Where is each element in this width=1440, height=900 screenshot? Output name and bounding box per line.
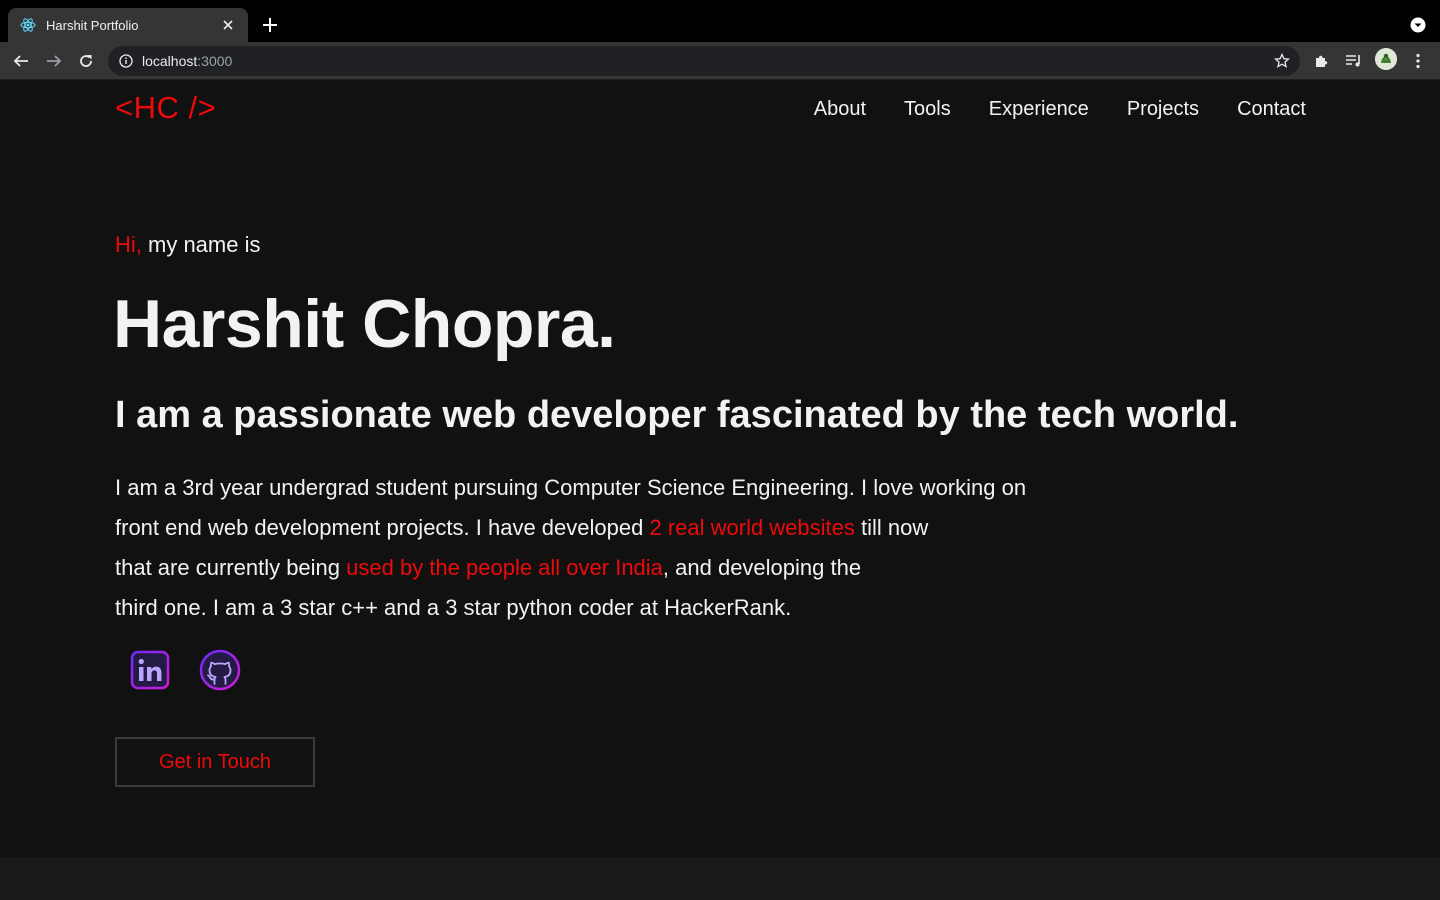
main-nav: About Tools Experience Projects Contact <box>814 98 1306 121</box>
bio-highlight: 2 real world websites <box>649 515 855 540</box>
greeting-rest: my name is <box>141 232 261 257</box>
nav-link-projects[interactable]: Projects <box>1127 98 1199 121</box>
bio-line: that are currently being used by the peo… <box>115 548 1115 588</box>
hero-name: Harshit Chopra. <box>113 286 616 362</box>
close-icon[interactable] <box>220 17 236 33</box>
forward-arrow-icon[interactable] <box>42 49 66 73</box>
bio-highlight: used by the people all over India <box>346 555 663 580</box>
next-section-edge <box>0 857 1440 900</box>
nav-link-experience[interactable]: Experience <box>989 98 1089 121</box>
url-host: localhost <box>142 53 198 69</box>
bio-text: , and developing the <box>662 555 862 580</box>
back-arrow-icon[interactable] <box>9 49 33 73</box>
github-icon[interactable] <box>198 648 242 692</box>
tab-search-icon[interactable] <box>1410 17 1426 33</box>
url-port: :3000 <box>197 53 233 69</box>
new-tab-button[interactable] <box>258 13 282 37</box>
browser-tab[interactable]: Harshit Portfolio <box>8 8 248 42</box>
hero-tagline: I am a passionate web developer fascinat… <box>115 394 1239 436</box>
browser-toolbar: localhost :3000 <box>0 42 1440 80</box>
bio-line: third one. I am a 3 star c++ and a 3 sta… <box>115 595 792 620</box>
browser-tab-strip: Harshit Portfolio <box>0 0 1440 42</box>
greeting: Hi, my name is <box>115 232 260 258</box>
greeting-hi: Hi, <box>115 232 142 257</box>
site-logo[interactable]: <HC /> <box>115 90 216 126</box>
info-icon[interactable] <box>119 54 133 68</box>
bio-text: front end web development projects. I ha… <box>115 515 650 540</box>
bio-line: I am a 3rd year undergrad student pursui… <box>115 475 1027 500</box>
nav-link-tools[interactable]: Tools <box>904 98 951 121</box>
kebab-menu-icon[interactable] <box>1408 51 1428 71</box>
bio-text: till now <box>854 515 929 540</box>
bio-text: that are currently being <box>115 555 347 580</box>
bookmark-star-icon[interactable] <box>1273 52 1291 69</box>
tab-title: Harshit Portfolio <box>46 17 139 33</box>
profile-avatar[interactable] <box>1375 48 1397 70</box>
address-bar[interactable]: localhost :3000 <box>108 46 1300 76</box>
reload-icon[interactable] <box>74 49 98 73</box>
nav-link-about[interactable]: About <box>814 98 866 121</box>
portfolio-page: <HC /> About Tools Experience Projects C… <box>0 80 1440 857</box>
linkedin-icon[interactable] <box>128 648 172 692</box>
react-icon <box>20 17 36 33</box>
get-in-touch-button[interactable]: Get in Touch <box>115 737 315 787</box>
extensions-puzzle-icon[interactable] <box>1312 51 1332 71</box>
nav-link-contact[interactable]: Contact <box>1237 98 1306 121</box>
bio-line: front end web development projects. I ha… <box>115 508 1115 548</box>
media-queue-icon[interactable] <box>1344 51 1364 71</box>
bio-paragraph: I am a 3rd year undergrad student pursui… <box>115 468 1115 628</box>
